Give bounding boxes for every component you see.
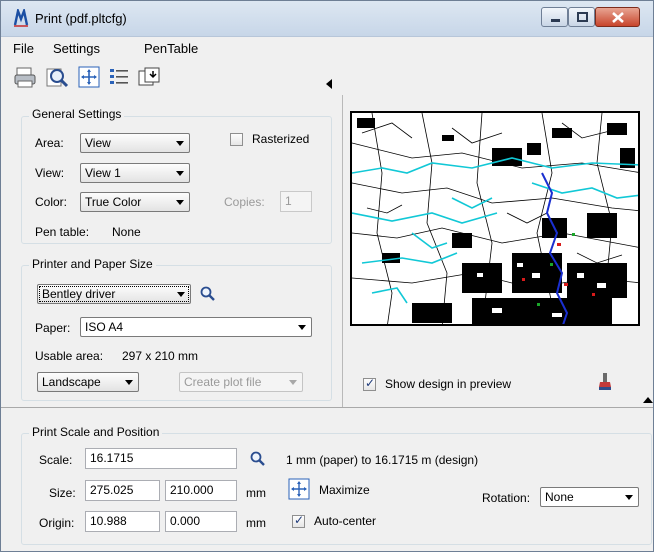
title-bar[interactable]: Print (pdf.pltcfg): [1, 1, 653, 37]
copies-input[interactable]: 1: [280, 191, 312, 212]
size-x-input[interactable]: 275.025: [85, 480, 160, 501]
usable-area-label: Usable area:: [35, 349, 104, 363]
origin-unit: mm: [246, 516, 266, 530]
chevron-down-icon: [177, 292, 185, 297]
pentable-label: Pen table:: [35, 225, 90, 239]
rasterized-label: Rasterized: [252, 132, 310, 146]
size-y-input[interactable]: 210.000: [165, 480, 237, 501]
printer-properties-search-icon[interactable]: [199, 285, 217, 303]
menu-settings[interactable]: Settings: [53, 41, 100, 56]
orientation-value: Landscape: [42, 375, 101, 389]
printer-driver-select[interactable]: Bentley driver: [37, 284, 191, 304]
view-value: View 1: [85, 166, 121, 180]
maximize-arrows-icon[interactable]: [288, 478, 310, 500]
chevron-down-icon: [176, 200, 184, 205]
maximize-icon: [577, 12, 588, 22]
chevron-down-icon: [125, 380, 133, 385]
minimize-icon: [551, 19, 560, 22]
area-select[interactable]: View: [80, 133, 190, 153]
vertical-divider: [342, 95, 343, 407]
usable-area-value: 297 x 210 mm: [122, 349, 199, 363]
view-label: View:: [35, 166, 65, 180]
orientation-select[interactable]: Landscape: [37, 372, 139, 392]
scale-ratio-text: 1 mm (paper) to 16.1715 m (design): [286, 453, 479, 467]
paper-select[interactable]: ISO A4: [80, 317, 312, 337]
general-settings-title: General Settings: [29, 107, 125, 121]
scale-input[interactable]: 16.1715: [85, 448, 237, 469]
show-design-checkbox[interactable]: [363, 376, 376, 391]
rotation-label: Rotation:: [482, 491, 531, 505]
size-label: Size:: [49, 486, 76, 500]
origin-y-input[interactable]: 0.000: [165, 511, 237, 532]
printer-icon[interactable]: [13, 65, 37, 89]
rotation-select[interactable]: None: [540, 487, 639, 507]
menu-file[interactable]: File: [13, 41, 34, 56]
origin-x-input[interactable]: 10.988: [85, 511, 160, 532]
chevron-down-icon: [176, 141, 184, 146]
paper-label: Paper:: [35, 321, 71, 335]
list-icon[interactable]: [107, 65, 131, 89]
rotation-value: None: [545, 490, 574, 504]
auto-center-checkbox[interactable]: [292, 513, 305, 528]
color-select[interactable]: True Color: [80, 192, 190, 212]
color-label: Color:: [35, 195, 68, 209]
fit-area-icon[interactable]: [77, 65, 101, 89]
color-value: True Color: [85, 195, 142, 209]
printer-driver-value: Bentley driver: [42, 287, 116, 301]
plot-file-value: Create plot file: [184, 375, 262, 389]
copies-label: Copies:: [224, 195, 265, 209]
pentable-value: None: [112, 225, 141, 239]
view-select[interactable]: View 1: [80, 163, 190, 183]
print-dialog-window: Print (pdf.pltcfg) File Settings PenTabl…: [0, 0, 654, 552]
menu-bar: File Settings PenTable: [1, 37, 653, 59]
close-icon: [612, 12, 624, 23]
collapse-left-arrow-icon[interactable]: [326, 79, 332, 89]
scale-search-icon[interactable]: [249, 450, 267, 468]
rasterized-checkbox[interactable]: [230, 133, 243, 146]
horizontal-divider: [1, 407, 653, 408]
plot-file-select[interactable]: Create plot file: [179, 372, 303, 392]
menu-pentable[interactable]: PenTable: [144, 41, 198, 56]
area-label: Area:: [35, 136, 64, 150]
preview-map-image: [352, 113, 638, 324]
close-button[interactable]: [595, 7, 640, 27]
maximize-button[interactable]: [568, 7, 595, 27]
printer-paper-title: Printer and Paper Size: [29, 257, 156, 271]
chevron-down-icon: [625, 495, 633, 500]
window-title: Print (pdf.pltcfg): [35, 11, 127, 26]
origin-label: Origin:: [39, 516, 75, 530]
brush-icon[interactable]: [597, 373, 613, 391]
scale-label: Scale:: [39, 453, 73, 467]
chevron-down-icon: [176, 171, 184, 176]
print-scale-title: Print Scale and Position: [29, 425, 163, 439]
microstation-logo-icon: [13, 9, 29, 27]
size-unit: mm: [246, 486, 266, 500]
toolbar: [1, 61, 341, 95]
collapse-up-arrow-icon[interactable]: [643, 397, 653, 403]
minimize-button[interactable]: [541, 7, 568, 27]
window-select-icon[interactable]: [137, 65, 161, 89]
area-value: View: [85, 136, 111, 150]
show-design-label: Show design in preview: [385, 377, 512, 391]
chevron-down-icon: [298, 325, 306, 330]
chevron-down-icon: [289, 380, 297, 385]
paper-value: ISO A4: [85, 320, 124, 334]
auto-center-label: Auto-center: [314, 514, 377, 528]
preview-magnifier-icon[interactable]: [45, 65, 69, 89]
maximize-label[interactable]: Maximize: [319, 483, 370, 497]
print-preview: [350, 111, 640, 326]
